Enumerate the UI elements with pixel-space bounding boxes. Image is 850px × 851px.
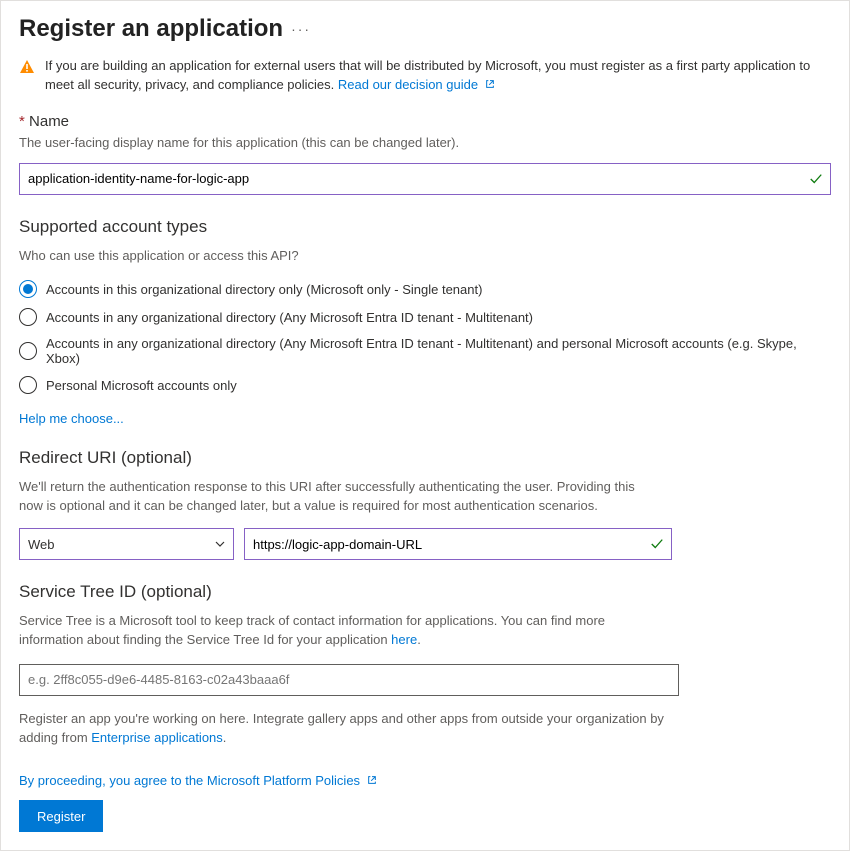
service-tree-help: Service Tree is a Microsoft tool to keep… [19,612,659,650]
account-type-option-3[interactable]: Personal Microsoft accounts only [19,371,831,399]
chevron-down-icon [214,538,226,550]
warning-text-wrap: If you are building an application for e… [45,57,831,95]
radio-label: Accounts in this organizational director… [46,282,482,297]
radio-icon [19,280,37,298]
account-types-radio-group: Accounts in this organizational director… [19,275,831,399]
service-tree-here-link[interactable]: here [391,632,417,647]
proceed-policies-row: By proceeding, you agree to the Microsof… [19,773,831,788]
redirect-uri-heading: Redirect URI (optional) [19,448,831,468]
page-title: Register an application [19,15,283,43]
name-help-text: The user-facing display name for this ap… [19,134,831,153]
external-link-icon [485,79,495,89]
redirect-url-input[interactable] [244,528,672,560]
account-type-option-2[interactable]: Accounts in any organizational directory… [19,331,831,371]
account-types-heading: Supported account types [19,217,831,237]
redirect-url-wrap [244,528,672,560]
decision-guide-link[interactable]: Read our decision guide [338,77,495,92]
service-tree-id-input[interactable] [19,664,679,696]
radio-label: Personal Microsoft accounts only [46,378,237,393]
platform-policies-link[interactable]: By proceeding, you agree to the Microsof… [19,773,377,788]
application-name-input[interactable] [19,163,831,195]
name-field-wrap [19,163,831,195]
radio-icon [19,376,37,394]
help-me-choose-row: Help me choose... [19,411,831,426]
name-section: * Name The user-facing display name for … [19,113,831,195]
more-actions-icon[interactable]: ··· [291,21,311,37]
service-tree-section: Service Tree ID (optional) Service Tree … [19,582,831,696]
radio-icon [19,308,37,326]
help-me-choose-link[interactable]: Help me choose... [19,411,124,426]
required-asterisk: * [19,113,25,130]
redirect-uri-help: We'll return the authentication response… [19,478,659,516]
service-tree-input-wrap [19,664,679,696]
first-party-warning: If you are building an application for e… [19,57,831,95]
radio-label: Accounts in any organizational directory… [46,310,533,325]
register-footer-note: Register an app you're working on here. … [19,710,679,748]
register-button[interactable]: Register [19,800,103,832]
redirect-platform-select[interactable]: Web [19,528,234,560]
external-link-icon [367,775,377,785]
radio-label: Accounts in any organizational directory… [46,336,831,366]
redirect-platform-select-wrap: Web [19,528,234,560]
redirect-platform-value: Web [28,537,55,552]
service-tree-heading: Service Tree ID (optional) [19,582,831,602]
account-type-option-1[interactable]: Accounts in any organizational directory… [19,303,831,331]
redirect-uri-row: Web [19,528,831,560]
account-type-option-0[interactable]: Accounts in this organizational director… [19,275,831,303]
warning-icon [19,59,35,75]
radio-icon [19,342,37,360]
register-application-page: Register an application ··· If you are b… [0,0,850,851]
account-types-question: Who can use this application or access t… [19,247,831,266]
valid-check-icon [650,537,664,551]
enterprise-applications-link[interactable]: Enterprise applications [91,730,223,745]
valid-check-icon [809,172,823,186]
page-header: Register an application ··· [19,15,831,43]
name-label: * Name [19,113,831,130]
